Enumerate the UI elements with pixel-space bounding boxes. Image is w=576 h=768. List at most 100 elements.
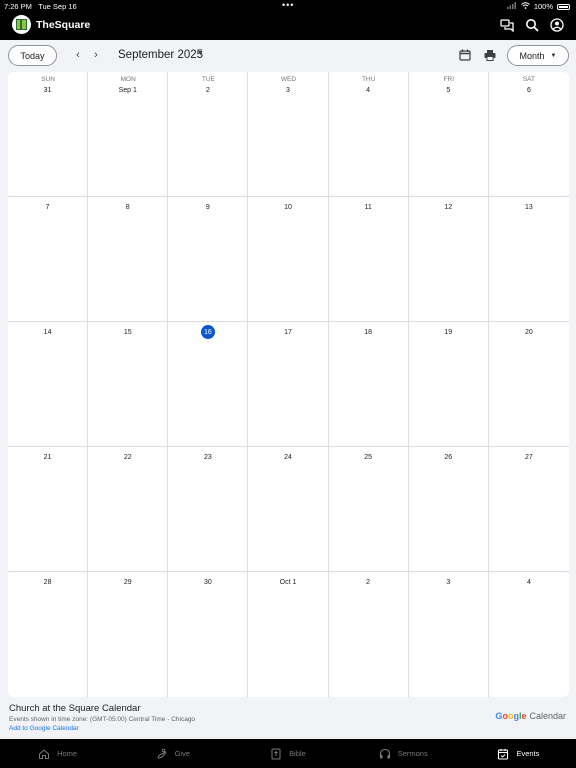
- day-cell[interactable]: 12: [408, 197, 489, 322]
- multitasking-dots-icon[interactable]: •••: [282, 0, 294, 10]
- day-cell[interactable]: 21: [8, 447, 89, 572]
- day-cell[interactable]: 10: [248, 197, 329, 322]
- day-number[interactable]: 8: [88, 204, 167, 211]
- google-logo-text: Google: [495, 711, 527, 721]
- day-number[interactable]: 11: [329, 204, 408, 211]
- day-number[interactable]: 25: [329, 454, 408, 461]
- day-number[interactable]: 14: [8, 329, 87, 336]
- day-number[interactable]: 4: [489, 579, 569, 586]
- day-number[interactable]: 31: [8, 87, 87, 94]
- day-number[interactable]: 18: [329, 329, 408, 336]
- day-cell[interactable]: 22: [88, 447, 169, 572]
- day-number[interactable]: 12: [409, 204, 488, 211]
- day-number[interactable]: 30: [168, 579, 247, 586]
- month-title[interactable]: September 2025: [118, 49, 203, 61]
- view-select[interactable]: Month ▼: [507, 45, 569, 66]
- day-number[interactable]: 10: [248, 204, 327, 211]
- tab-home[interactable]: Home: [0, 739, 115, 768]
- weekday-label: MON: [120, 76, 136, 83]
- day-cell[interactable]: 15: [88, 322, 169, 447]
- tab-give[interactable]: Give: [115, 739, 230, 768]
- day-cell[interactable]: 31: [8, 72, 89, 197]
- calendar-icon[interactable]: [458, 48, 473, 63]
- day-cell[interactable]: 4: [489, 572, 569, 697]
- day-cell[interactable]: 5: [408, 72, 489, 197]
- day-number[interactable]: 26: [409, 454, 488, 461]
- tab-bible[interactable]: Bible: [230, 739, 345, 768]
- day-number[interactable]: 2: [329, 579, 408, 586]
- next-month-icon[interactable]: ›: [88, 47, 104, 63]
- day-number[interactable]: Sep 1: [88, 87, 167, 94]
- month-dropdown-icon[interactable]: ▼: [197, 50, 204, 57]
- day-cell[interactable]: 3: [409, 572, 489, 697]
- day-cell[interactable]: Oct 1: [248, 572, 329, 697]
- tab-events[interactable]: Events: [461, 739, 576, 768]
- day-number[interactable]: 29: [88, 579, 167, 586]
- google-calendar-logo[interactable]: Google Calendar: [495, 711, 566, 721]
- day-number[interactable]: 2: [168, 87, 247, 94]
- print-icon[interactable]: [483, 48, 498, 63]
- day-number[interactable]: 3: [409, 579, 488, 586]
- day-cell[interactable]: 8: [88, 197, 169, 322]
- calendar-toolbar: Today ‹ › September 2025 ▼ Month ▼: [0, 40, 576, 72]
- day-cell[interactable]: 27: [488, 447, 569, 572]
- day-number[interactable]: 24: [248, 454, 327, 461]
- day-number[interactable]: 3: [248, 87, 327, 94]
- day-number[interactable]: Oct 1: [248, 579, 327, 586]
- day-cell[interactable]: 28: [8, 572, 89, 697]
- day-number[interactable]: 27: [489, 454, 569, 461]
- day-cell[interactable]: 3: [248, 72, 329, 197]
- day-cell[interactable]: 7: [8, 197, 89, 322]
- chevron-down-icon: ▼: [550, 52, 557, 59]
- day-cell[interactable]: 4: [328, 72, 409, 197]
- day-cell[interactable]: 2: [329, 572, 409, 697]
- day-number[interactable]: 28: [8, 579, 87, 586]
- day-cell[interactable]: 19: [408, 322, 489, 447]
- day-number[interactable]: 20: [489, 329, 569, 336]
- previous-month-icon[interactable]: ‹: [70, 47, 86, 63]
- account-icon[interactable]: [549, 17, 564, 32]
- day-number[interactable]: 17: [248, 329, 327, 336]
- day-cell[interactable]: 25: [328, 447, 409, 572]
- day-number[interactable]: 7: [8, 204, 87, 211]
- day-cell[interactable]: 29: [88, 572, 169, 697]
- today-button[interactable]: Today: [8, 45, 57, 66]
- day-cell[interactable]: 2: [168, 72, 249, 197]
- day-cell[interactable]: 9: [168, 197, 249, 322]
- day-cell[interactable]: 6: [488, 72, 569, 197]
- tab-sermons[interactable]: Sermons: [346, 739, 461, 768]
- weekday-label: SAT: [522, 76, 535, 83]
- wifi-icon: [520, 2, 530, 11]
- day-number[interactable]: 23: [168, 454, 247, 461]
- day-number[interactable]: 19: [409, 329, 488, 336]
- bible-icon: [270, 748, 282, 760]
- day-cell[interactable]: 17: [248, 322, 329, 447]
- add-to-google-calendar-link[interactable]: Add to Google Calendar: [9, 725, 79, 732]
- day-number[interactable]: 16: [168, 329, 247, 336]
- day-cell[interactable]: 23: [168, 447, 249, 572]
- day-cell[interactable]: Sep 1: [88, 72, 169, 197]
- app-logo[interactable]: [12, 15, 31, 34]
- day-number[interactable]: 6: [489, 87, 569, 94]
- day-cell[interactable]: 18: [328, 322, 409, 447]
- day-number[interactable]: 9: [168, 204, 247, 211]
- day-cell-today[interactable]: 16: [168, 322, 249, 447]
- day-cell[interactable]: 13: [488, 197, 569, 322]
- day-number[interactable]: 5: [409, 87, 488, 94]
- bottom-tab-bar: Home Give Bible Sermons Events: [0, 739, 576, 768]
- day-cell[interactable]: 26: [408, 447, 489, 572]
- chat-icon[interactable]: [499, 17, 514, 32]
- day-cell[interactable]: 11: [328, 197, 409, 322]
- tab-label: Bible: [289, 749, 306, 758]
- day-number[interactable]: 21: [8, 454, 87, 461]
- day-cell[interactable]: 24: [248, 447, 329, 572]
- battery-icon: [557, 3, 570, 10]
- day-cell[interactable]: 20: [488, 322, 569, 447]
- day-number[interactable]: 13: [489, 204, 569, 211]
- day-number[interactable]: 4: [329, 87, 408, 94]
- day-number[interactable]: 15: [88, 329, 167, 336]
- search-icon[interactable]: [524, 17, 539, 32]
- day-number[interactable]: 22: [88, 454, 167, 461]
- day-cell[interactable]: 30: [168, 572, 249, 697]
- day-cell[interactable]: 14: [8, 322, 89, 447]
